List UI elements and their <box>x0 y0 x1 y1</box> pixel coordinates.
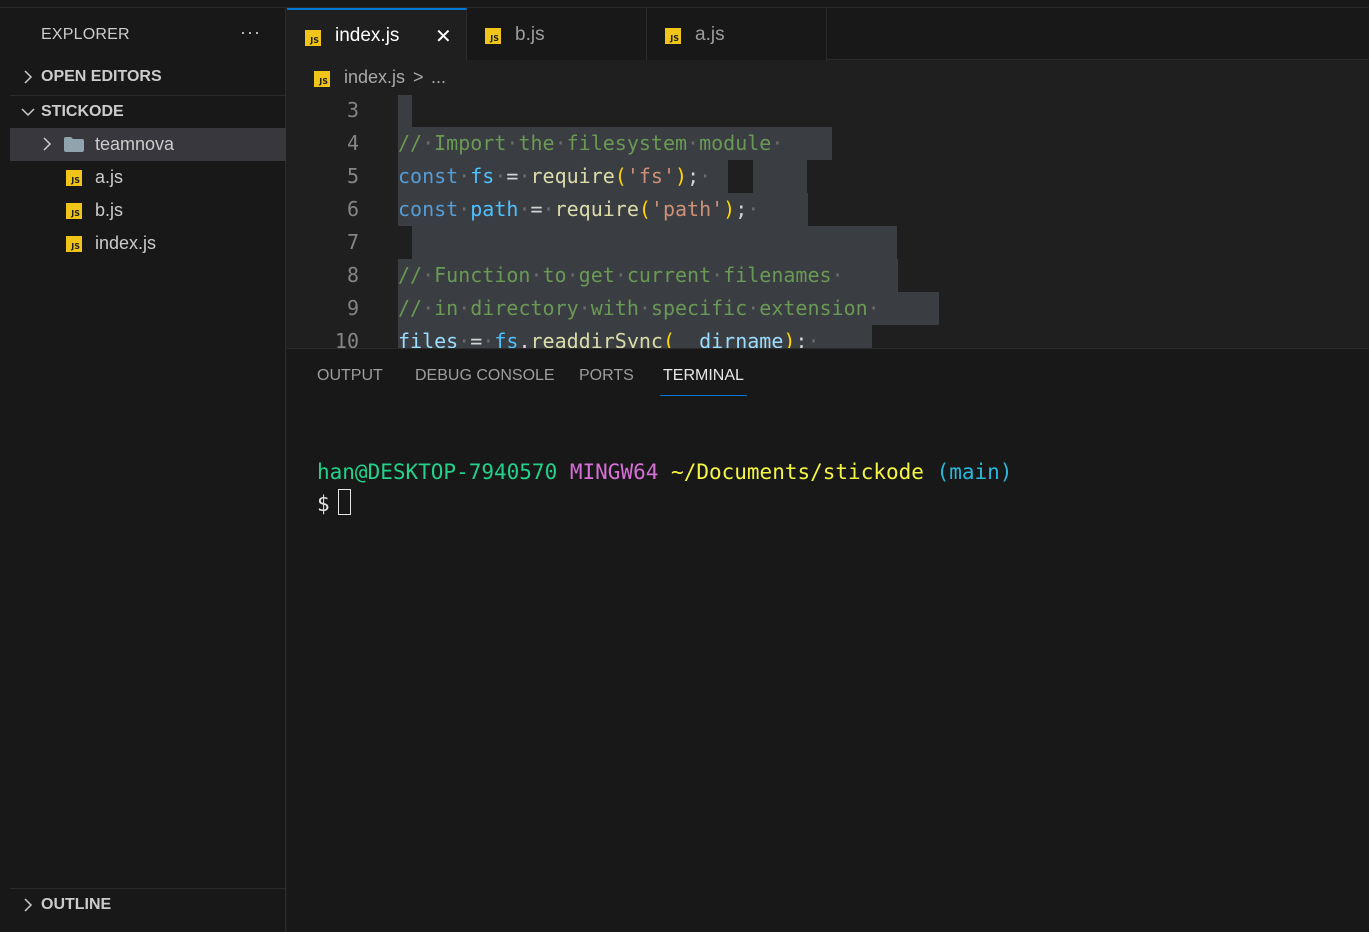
code-line-5: 5 const·fs·=·require('fs');· <box>287 160 1369 193</box>
javascript-file-icon: JS <box>314 71 330 87</box>
terminal-cursor <box>337 489 351 515</box>
line-number: 7 <box>346 230 359 254</box>
javascript-file-icon: JS <box>665 28 681 44</box>
line-number: 4 <box>346 131 359 155</box>
code-text: //·Function·to·get·current·filenames· <box>398 263 844 287</box>
code-text: const·fs·=·require('fs');· <box>398 164 712 188</box>
chevron-down-icon <box>21 108 35 117</box>
tab-b-js[interactable]: JS b.js <box>467 8 647 60</box>
chevron-right-icon <box>43 137 52 151</box>
terminal-prompt-line: han@DESKTOP-7940570 MINGW64 ~/Documents/… <box>317 460 1012 484</box>
code-text: files·=·fs.readdirSync(__dirname);· <box>398 329 820 348</box>
editor-tabs: JS index.js ✕ JS b.js JS a.js <box>287 8 1369 61</box>
tree-item-label: index.js <box>95 233 157 253</box>
explorer-header: EXPLORER ··· <box>10 8 286 60</box>
tab-terminal[interactable]: TERMINAL <box>660 367 747 396</box>
section-label: STICKODE <box>41 103 124 120</box>
line-number: 3 <box>346 98 359 122</box>
section-label: OUTLINE <box>41 896 112 913</box>
breadcrumb-symbols[interactable]: ... <box>431 67 446 88</box>
tab-debug-console[interactable]: DEBUG CONSOLE <box>415 367 555 395</box>
close-icon[interactable]: ✕ <box>435 24 452 49</box>
tree-item-b-js[interactable]: JS b.js <box>10 194 286 227</box>
more-actions-icon[interactable]: ··· <box>240 22 261 43</box>
chevron-right-icon <box>24 898 33 912</box>
tree-item-label: b.js <box>95 200 124 220</box>
line-number: 9 <box>346 296 359 320</box>
javascript-file-icon: JS <box>66 203 82 219</box>
code-text: const·path·=·require('path');· <box>398 197 760 221</box>
terminal-path: ~/Documents/stickode <box>671 460 924 484</box>
bottom-panel: OUTPUT DEBUG CONSOLE PORTS TERMINAL han@… <box>287 348 1369 932</box>
code-line-3: 3 <box>287 95 1369 127</box>
tree-item-index-js[interactable]: JS index.js <box>10 227 286 260</box>
title-bar <box>0 0 1369 8</box>
chevron-right-icon <box>24 70 33 84</box>
activity-bar <box>0 8 10 932</box>
section-label: OPEN EDITORS <box>41 68 162 85</box>
code-line-7: 7 <box>287 226 1369 259</box>
section-stickode[interactable]: STICKODE <box>10 95 286 127</box>
code-line-9: 9 //·in·directory·with·specific·extensio… <box>287 292 1369 325</box>
selection-highlight <box>412 226 897 259</box>
code-line-8: 8 //·Function·to·get·current·filenames· <box>287 259 1369 292</box>
terminal-env: MINGW64 <box>569 460 659 484</box>
tab-label: a.js <box>695 24 725 45</box>
section-open-editors[interactable]: OPEN EDITORS <box>10 61 286 93</box>
tab-output[interactable]: OUTPUT <box>317 367 383 395</box>
javascript-file-icon: JS <box>66 236 82 252</box>
line-number: 10 <box>334 329 359 348</box>
tree-item-label: teamnova <box>95 134 175 154</box>
tree-item-a-js[interactable]: JS a.js <box>10 161 286 194</box>
tree-item-teamnova[interactable]: teamnova <box>10 128 286 161</box>
code-text: //·Import·the·filesystem·module· <box>398 131 784 155</box>
selection-highlight <box>398 95 412 127</box>
terminal-user-host: han@DESKTOP-7940570 <box>317 460 558 484</box>
explorer-sidebar: EXPLORER ··· OPEN EDITORS STICKODE teamn… <box>10 8 286 932</box>
breadcrumb-separator: > <box>413 67 424 87</box>
line-number: 8 <box>346 263 359 287</box>
breadcrumb-file[interactable]: index.js <box>344 67 405 88</box>
tab-ports[interactable]: PORTS <box>579 367 634 395</box>
line-number: 6 <box>346 197 359 221</box>
javascript-file-icon: JS <box>305 30 321 46</box>
javascript-file-icon: JS <box>485 28 501 44</box>
selection-highlight <box>753 160 807 193</box>
tree-item-label: a.js <box>95 167 124 187</box>
tab-a-js[interactable]: JS a.js <box>647 8 827 60</box>
explorer-title: EXPLORER <box>41 26 130 43</box>
folder-icon <box>64 137 84 152</box>
line-number: 5 <box>346 164 359 188</box>
terminal-branch: (main) <box>936 460 1013 484</box>
code-line-4: 4 //·Import·the·filesystem·module· <box>287 127 1369 160</box>
tab-index-js[interactable]: JS index.js ✕ <box>287 8 467 61</box>
tab-label: b.js <box>515 24 545 45</box>
tab-label: index.js <box>335 25 400 46</box>
section-outline[interactable]: OUTLINE <box>10 888 286 920</box>
code-line-6: 6 const·path·=·require('path');· <box>287 193 1369 226</box>
code-text: //·in·directory·with·specific·extension· <box>398 296 880 320</box>
code-editor[interactable]: 3 4 //·Import·the·filesystem·module· 5 c… <box>287 95 1369 348</box>
terminal-input-line[interactable]: $ <box>317 489 351 516</box>
breadcrumb: JS index.js > ... <box>287 61 1369 95</box>
code-line-10: 10 files·=·fs.readdirSync(__dirname);· <box>287 325 1369 348</box>
javascript-file-icon: JS <box>66 170 82 186</box>
terminal-prompt-symbol: $ <box>317 492 330 516</box>
